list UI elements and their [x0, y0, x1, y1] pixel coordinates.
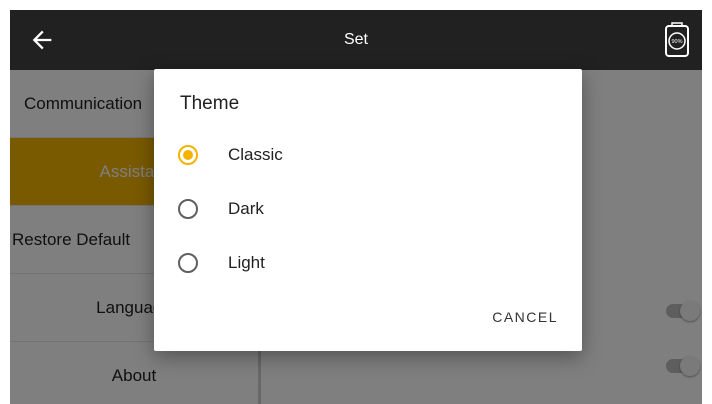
option-label: Dark: [228, 199, 264, 218]
radio-checked-icon[interactable]: [178, 145, 198, 165]
option-label: Classic: [228, 145, 283, 164]
cancel-button[interactable]: CANCEL: [490, 299, 560, 335]
theme-option-classic[interactable]: Classic: [178, 135, 558, 175]
theme-option-light[interactable]: Light: [178, 243, 558, 283]
radio-unchecked-icon[interactable]: [178, 253, 198, 273]
option-label: Light: [228, 253, 265, 272]
theme-option-dark[interactable]: Dark: [178, 189, 558, 229]
dialog-title: Theme: [180, 93, 240, 114]
radio-unchecked-icon[interactable]: [178, 199, 198, 219]
app-bar: Set 90%: [10, 10, 702, 70]
battery-icon: 90%: [665, 22, 689, 57]
battery-level: 90%: [671, 39, 682, 45]
screen: Set 90% Communication Assistant Restore …: [10, 10, 702, 404]
page-title: Set: [343, 31, 368, 48]
theme-dialog: Theme Classic Dark Light CANCEL: [154, 69, 582, 351]
